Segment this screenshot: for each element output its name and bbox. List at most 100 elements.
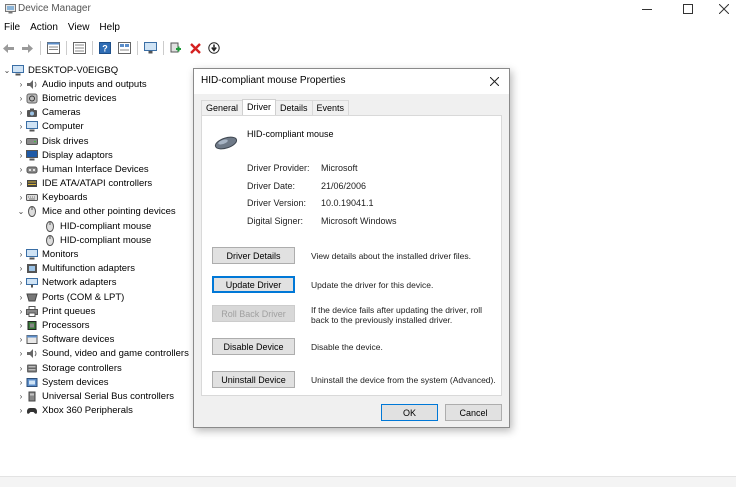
tree-item-hid-mouse-1[interactable]: HID-compliant mouse (0, 219, 200, 233)
minimize-button[interactable] (629, 0, 665, 18)
tree-item-print-queues[interactable]: › Print queues (0, 304, 200, 318)
driver-details-button[interactable]: Driver Details (212, 247, 295, 264)
sound-icon (26, 348, 38, 359)
update-driver-button[interactable]: Update Driver (212, 276, 295, 293)
toolbar-separator (40, 41, 41, 55)
tree-item-cameras[interactable]: › Cameras (0, 106, 200, 120)
tree-item-label: Disk drives (42, 135, 89, 147)
expand-chevron-icon[interactable]: › (16, 80, 26, 89)
tree-item-display[interactable]: › Display adaptors (0, 148, 200, 162)
tree-item-sound[interactable]: › Sound, video and game controllers (0, 347, 200, 361)
collapse-chevron-icon[interactable]: ⌄ (2, 66, 12, 75)
tree-item-ide[interactable]: › IDE ATA/ATAPI controllers (0, 177, 200, 191)
status-bar (0, 476, 736, 487)
device-name: HID-compliant mouse (247, 129, 334, 139)
cancel-button[interactable]: Cancel (445, 404, 502, 421)
device-tree[interactable]: ⌄ DESKTOP-V0EIGBQ › Audio inputs and out… (0, 63, 200, 418)
dialog-close-button[interactable] (486, 73, 502, 89)
device-manager-icon (5, 4, 16, 14)
expand-chevron-icon[interactable]: › (16, 406, 26, 415)
tree-item-software[interactable]: › Software devices (0, 333, 200, 347)
tree-item-network[interactable]: › Network adapters (0, 276, 200, 290)
tree-item-xbox[interactable]: › Xbox 360 Peripherals (0, 404, 200, 418)
tab-events[interactable]: Events (311, 100, 350, 115)
tree-item-multifunction[interactable]: › Multifunction adapters (0, 262, 200, 276)
expand-chevron-icon[interactable]: › (16, 335, 26, 344)
expand-chevron-icon[interactable]: › (16, 278, 26, 287)
properties-button[interactable] (45, 40, 61, 56)
tree-item-system[interactable]: › System devices (0, 375, 200, 389)
tree-item-hid[interactable]: › Human Interface Devices (0, 162, 200, 176)
menu-bar: File Action View Help (0, 20, 126, 36)
disk-icon (26, 136, 38, 147)
back-icon (2, 43, 14, 53)
toolbar: ? (0, 39, 736, 57)
expand-chevron-icon[interactable]: › (16, 307, 26, 316)
ok-button[interactable]: OK (381, 404, 438, 421)
tree-item-biometric[interactable]: › Biometric devices (0, 91, 200, 105)
uninstall-button[interactable] (187, 40, 203, 56)
tree-item-disk-drives[interactable]: › Disk drives (0, 134, 200, 148)
tree-item-label: System devices (42, 376, 109, 388)
device-manager-window: Device Manager File Action View Help ? ⌄… (0, 0, 736, 487)
tree-item-keyboards[interactable]: › Keyboards (0, 191, 200, 205)
tab-driver[interactable]: Driver (242, 99, 277, 115)
expand-chevron-icon[interactable]: › (16, 108, 26, 117)
expand-chevron-icon[interactable]: › (16, 293, 26, 302)
camera-icon (26, 107, 38, 118)
roll-back-driver-description: If the device fails after updating the d… (311, 305, 483, 325)
tab-general[interactable]: General (201, 100, 244, 115)
close-window-button[interactable] (706, 0, 736, 18)
roll-back-driver-button[interactable]: Roll Back Driver (212, 305, 295, 322)
tree-item-usb[interactable]: › Universal Serial Bus controllers (0, 389, 200, 403)
menu-help[interactable]: Help (95, 20, 126, 36)
tree-item-mice[interactable]: ⌄ Mice and other pointing devices (0, 205, 200, 219)
expand-chevron-icon[interactable]: › (16, 349, 26, 358)
expand-chevron-icon[interactable]: › (16, 378, 26, 387)
help-button[interactable]: ? (97, 40, 113, 56)
scan-hardware-button[interactable] (142, 40, 158, 56)
expand-chevron-icon[interactable]: › (16, 137, 26, 146)
back-button[interactable] (0, 40, 16, 56)
menu-file[interactable]: File (0, 20, 26, 36)
tree-item-computer[interactable]: › Computer (0, 120, 200, 134)
dialog-title: HID-compliant mouse Properties (201, 75, 346, 86)
uninstall-device-button[interactable]: Uninstall Device (212, 371, 295, 388)
expand-chevron-icon[interactable]: › (16, 179, 26, 188)
expand-chevron-icon[interactable]: › (16, 264, 26, 273)
collapse-chevron-icon[interactable]: ⌄ (16, 207, 26, 216)
expand-chevron-icon[interactable]: › (16, 94, 26, 103)
mouse-icon (214, 136, 238, 150)
update-button[interactable] (206, 40, 222, 56)
menu-view[interactable]: View (64, 20, 96, 36)
tree-item-label: Biometric devices (42, 92, 117, 104)
expand-chevron-icon[interactable]: › (16, 165, 26, 174)
tree-item-ports[interactable]: › Ports (COM & LPT) (0, 290, 200, 304)
view-button[interactable] (116, 40, 132, 56)
tab-details[interactable]: Details (275, 100, 313, 115)
tree-root-label: DESKTOP-V0EIGBQ (28, 64, 119, 76)
expand-chevron-icon[interactable]: › (16, 392, 26, 401)
add-driver-button[interactable] (168, 40, 184, 56)
expand-chevron-icon[interactable]: › (16, 122, 26, 131)
expand-chevron-icon[interactable]: › (16, 250, 26, 259)
tree-item-monitors[interactable]: › Monitors (0, 247, 200, 261)
tree-item-audio[interactable]: › Audio inputs and outputs (0, 77, 200, 91)
driver-details-description: View details about the installed driver … (311, 251, 472, 261)
disable-device-button[interactable]: Disable Device (212, 338, 295, 355)
toolbar-separator (137, 41, 138, 55)
expand-chevron-icon[interactable]: › (16, 364, 26, 373)
add-driver-icon (170, 42, 181, 53)
list-button[interactable] (71, 40, 87, 56)
tree-item-label: IDE ATA/ATAPI controllers (42, 178, 153, 190)
expand-chevron-icon[interactable]: › (16, 193, 26, 202)
tree-item-processors[interactable]: › Processors (0, 318, 200, 332)
forward-button[interactable] (19, 40, 35, 56)
expand-chevron-icon[interactable]: › (16, 321, 26, 330)
tree-item-hid-mouse-2[interactable]: HID-compliant mouse (0, 233, 200, 247)
maximize-button[interactable] (670, 0, 706, 18)
expand-chevron-icon[interactable]: › (16, 151, 26, 160)
tree-item-storage[interactable]: › Storage controllers (0, 361, 200, 375)
menu-action[interactable]: Action (26, 20, 64, 36)
tree-root[interactable]: ⌄ DESKTOP-V0EIGBQ (0, 63, 200, 77)
